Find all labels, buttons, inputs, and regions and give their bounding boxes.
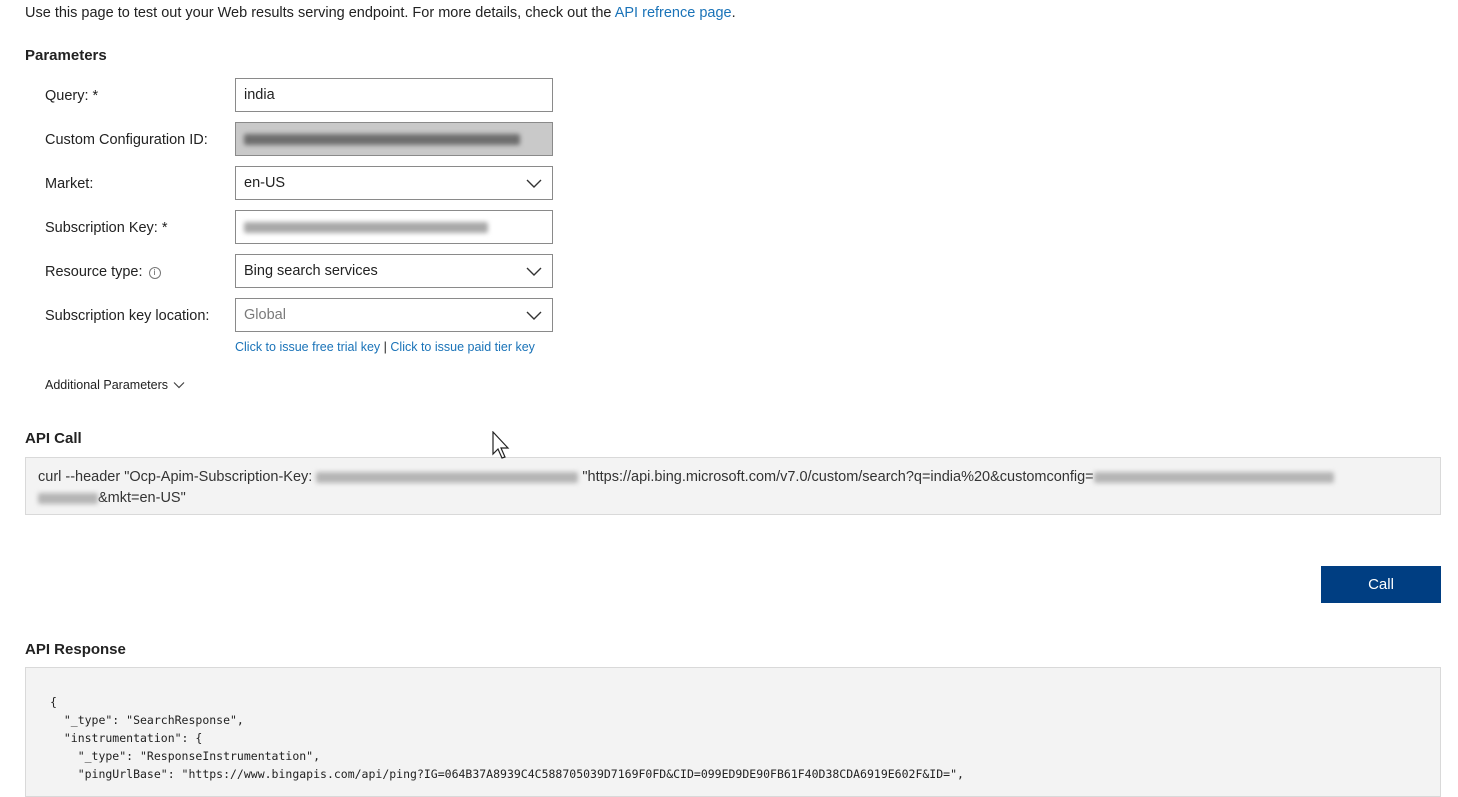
parameters-heading: Parameters — [25, 47, 107, 64]
key-links: Click to issue free trial key | Click to… — [235, 340, 535, 354]
custom-config-input — [235, 122, 553, 156]
custom-config-label: Custom Configuration ID: — [45, 132, 208, 148]
redacted-config-a — [1093, 471, 1334, 483]
info-icon[interactable]: i — [148, 267, 161, 279]
redacted-config-id — [244, 133, 520, 145]
chevron-down-icon — [173, 382, 185, 389]
mouse-cursor-icon — [492, 431, 510, 459]
chevron-down-icon — [526, 311, 542, 320]
chevron-down-icon — [526, 267, 542, 276]
redacted-key — [316, 471, 579, 483]
key-location-label: Subscription key location: — [45, 308, 210, 324]
key-location-select[interactable]: Global — [235, 298, 553, 332]
api-call-heading: API Call — [25, 430, 82, 447]
redacted-config-b — [38, 492, 98, 504]
resource-type-select[interactable]: Bing search services — [235, 254, 553, 288]
subscription-key-label: Subscription Key: * — [45, 220, 168, 236]
query-input[interactable]: india — [235, 78, 553, 112]
paid-tier-key-link[interactable]: Click to issue paid tier key — [390, 340, 535, 354]
subscription-key-input[interactable] — [235, 210, 553, 244]
redacted-subscription-key — [244, 221, 488, 233]
additional-parameters-toggle[interactable]: Additional Parameters — [45, 378, 185, 392]
query-label: Query: * — [45, 88, 99, 104]
intro-text: Use this page to test out your Web resul… — [25, 5, 736, 21]
api-call-box: curl --header "Ocp-Apim-Subscription-Key… — [25, 457, 1441, 515]
api-response-box: { "_type": "SearchResponse", "instrument… — [25, 667, 1441, 797]
api-response-heading: API Response — [25, 641, 126, 658]
call-button[interactable]: Call — [1321, 566, 1441, 603]
free-trial-key-link[interactable]: Click to issue free trial key — [235, 340, 380, 354]
resource-type-label: Resource type: i — [45, 264, 161, 280]
market-label: Market: — [45, 176, 94, 192]
chevron-down-icon — [526, 179, 542, 188]
api-reference-link[interactable]: API refrence page — [615, 5, 732, 21]
market-select[interactable]: en-US — [235, 166, 553, 200]
